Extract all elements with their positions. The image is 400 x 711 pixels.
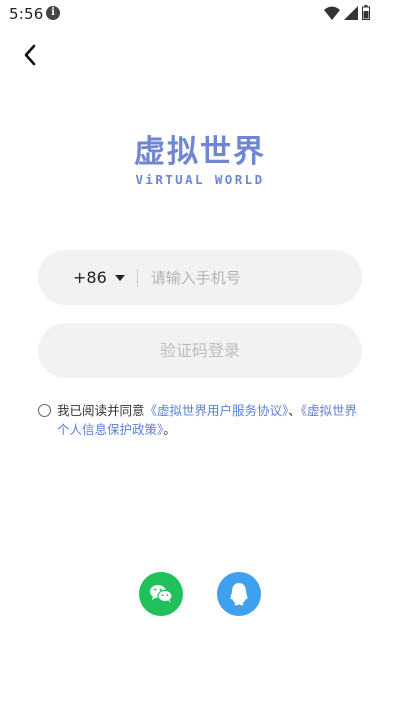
qq-login-button[interactable] bbox=[217, 572, 261, 616]
status-time: 5:56 bbox=[9, 5, 44, 23]
info-icon: i bbox=[46, 6, 60, 20]
user-agreement-link[interactable]: 《虚拟世界用户服务协议》 bbox=[145, 403, 289, 418]
agreement-text: 我已阅读并同意《虚拟世界用户服务协议》、《虚拟世界个人信息保护政策》。 bbox=[57, 401, 358, 439]
logo-title-en: ViRTUAL WORLD bbox=[135, 172, 265, 187]
country-code-label: +86 bbox=[73, 268, 107, 287]
logo-title-cn: 虚拟世界 bbox=[134, 134, 266, 170]
wechat-login-button[interactable] bbox=[139, 572, 183, 616]
agreement: 我已阅读并同意《虚拟世界用户服务协议》、《虚拟世界个人信息保护政策》。 bbox=[38, 401, 358, 439]
signal-icon bbox=[344, 5, 358, 20]
country-code-selector[interactable]: +86 bbox=[73, 268, 125, 287]
phone-input-row: +86 bbox=[38, 250, 362, 305]
verification-login-button[interactable]: 验证码登录 bbox=[38, 323, 362, 378]
agree-checkbox[interactable] bbox=[38, 404, 51, 417]
status-bar: 5:56 i bbox=[0, 0, 400, 28]
back-button[interactable] bbox=[16, 40, 46, 70]
phone-input[interactable] bbox=[148, 267, 343, 288]
wechat-icon bbox=[150, 585, 173, 603]
agreement-separator: 、 bbox=[288, 403, 301, 418]
battery-icon bbox=[362, 5, 370, 20]
caret-down-icon bbox=[114, 274, 125, 281]
chevron-left-icon bbox=[24, 44, 36, 66]
agreement-suffix: 。 bbox=[163, 422, 176, 437]
wifi-icon bbox=[324, 6, 340, 20]
qq-icon bbox=[230, 583, 248, 606]
app-logo: 虚拟世界 ViRTUAL WORLD bbox=[0, 132, 400, 187]
agreement-prefix: 我已阅读并同意 bbox=[57, 403, 145, 418]
status-icons bbox=[324, 5, 370, 20]
divider bbox=[136, 268, 138, 287]
